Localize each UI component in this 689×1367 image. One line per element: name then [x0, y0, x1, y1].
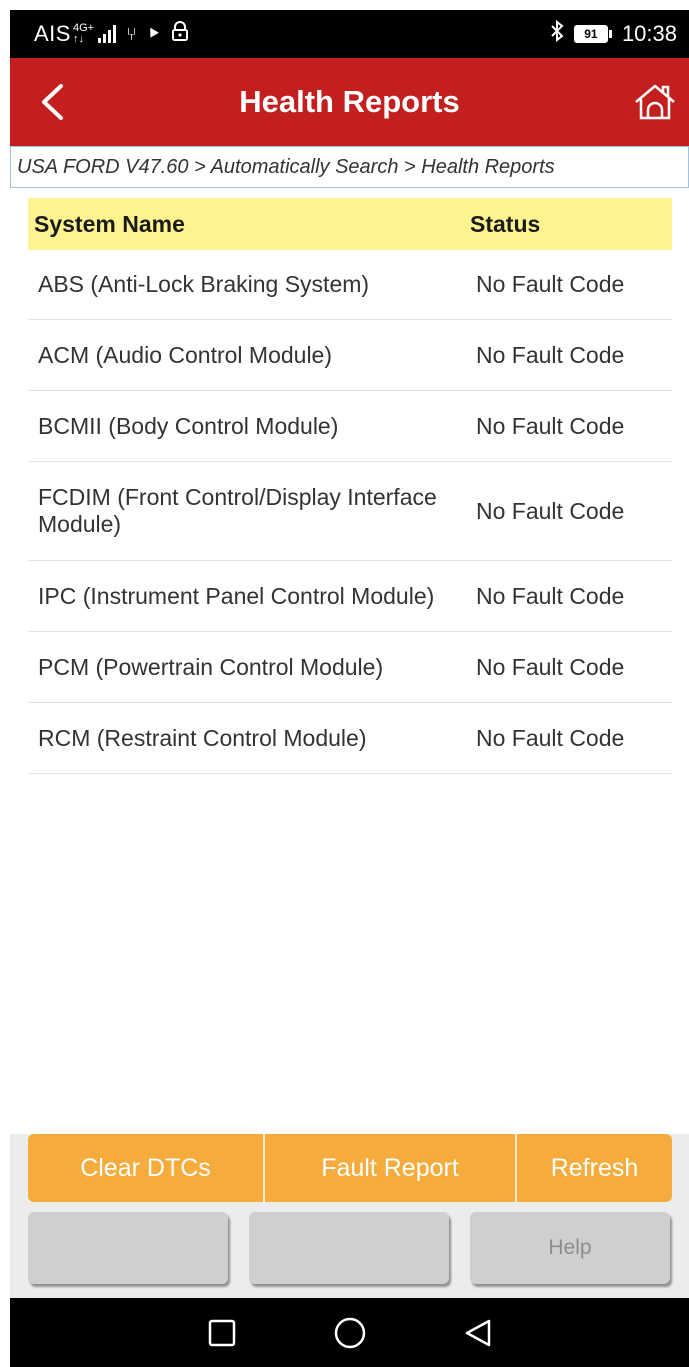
row-system-name: RCM (Restraint Control Module): [38, 724, 367, 751]
title-bar: Health Reports: [10, 58, 689, 146]
status-bar-right: 91 10:38: [550, 19, 677, 48]
home-icon: [635, 84, 675, 120]
row-system-name: ACM (Audio Control Module): [38, 341, 333, 368]
help-button[interactable]: Help: [470, 1212, 670, 1284]
primary-action-bar: Clear DTCs Fault Report Refresh: [28, 1134, 672, 1202]
table-row[interactable]: FCDIM (Front Control/Display Interface M…: [28, 462, 672, 561]
chevron-left-icon: [42, 84, 63, 120]
table-row[interactable]: RCM (Restraint Control Module) No Fault …: [28, 703, 672, 774]
bluetooth-icon: [550, 19, 564, 48]
row-status: No Fault Code: [476, 653, 625, 680]
signal-icon: [98, 25, 117, 43]
column-header-system-name: System Name: [34, 210, 185, 237]
row-system-name: PCM (Powertrain Control Module): [38, 653, 384, 680]
circle-icon: [334, 1317, 365, 1348]
row-system-name: BCMII (Body Control Module): [38, 412, 339, 439]
carrier-label: AIS: [34, 21, 71, 46]
row-system-name: IPC (Instrument Panel Control Module): [38, 582, 435, 609]
blank-button-2[interactable]: [249, 1212, 449, 1284]
table-row[interactable]: ABS (Anti-Lock Braking System) No Fault …: [28, 250, 672, 320]
refresh-button[interactable]: Refresh: [517, 1134, 672, 1202]
table-row[interactable]: PCM (Powertrain Control Module) No Fault…: [28, 632, 672, 703]
status-bar: AIS 4G+ ↑↓ ⑂ ⯈ 91 10:38: [10, 10, 689, 58]
usb-icon: ⑂: [126, 23, 137, 44]
health-report-table: System Name Status ABS (Anti-Lock Brakin…: [28, 198, 672, 774]
table-row[interactable]: ACM (Audio Control Module) No Fault Code: [28, 320, 672, 391]
row-system-name: ABS (Anti-Lock Braking System): [38, 271, 370, 297]
clear-dtcs-button[interactable]: Clear DTCs: [28, 1134, 265, 1202]
page-title: Health Reports: [239, 84, 460, 119]
play-icon: ⯈: [146, 23, 162, 44]
row-status: No Fault Code: [476, 497, 625, 524]
table-row[interactable]: BCMII (Body Control Module) No Fault Cod…: [28, 391, 672, 462]
recent-apps-button[interactable]: [202, 1313, 242, 1353]
table-header: System Name Status: [28, 198, 672, 250]
network-type: 4G+ ↑↓: [73, 23, 94, 45]
triangle-back-icon: [465, 1319, 490, 1346]
row-system-name: FCDIM (Front Control/Display Interface M…: [38, 484, 437, 537]
nav-home-button[interactable]: [330, 1313, 370, 1353]
home-button[interactable]: [631, 78, 679, 126]
clock: 10:38: [621, 21, 677, 46]
action-button-area: Clear DTCs Fault Report Refresh Help: [10, 1134, 689, 1298]
nav-back-button[interactable]: [458, 1313, 498, 1353]
battery-tip: [608, 30, 612, 38]
column-header-status: Status: [470, 210, 541, 237]
row-status: No Fault Code: [476, 412, 625, 439]
blank-button-1[interactable]: [28, 1212, 228, 1284]
row-status: No Fault Code: [476, 341, 625, 368]
back-button[interactable]: [32, 80, 72, 124]
row-status: No Fault Code: [476, 724, 625, 751]
status-bar-left: AIS 4G+ ↑↓ ⑂ ⯈: [34, 21, 189, 47]
battery-icon: 91: [573, 25, 608, 43]
square-icon: [208, 1319, 235, 1346]
breadcrumb: USA FORD V47.60 > Automatically Search >…: [10, 146, 689, 188]
table-row[interactable]: IPC (Instrument Panel Control Module) No…: [28, 561, 672, 632]
screen: AIS 4G+ ↑↓ ⑂ ⯈ 91 10:38 Health Reports U…: [10, 10, 689, 1367]
system-nav-bar: [10, 1298, 689, 1367]
fault-report-button[interactable]: Fault Report: [265, 1134, 517, 1202]
lock-icon: [171, 21, 189, 47]
network-type-bottom: ↑↓: [72, 33, 84, 45]
row-status: No Fault Code: [476, 271, 625, 297]
row-status: No Fault Code: [476, 582, 625, 609]
